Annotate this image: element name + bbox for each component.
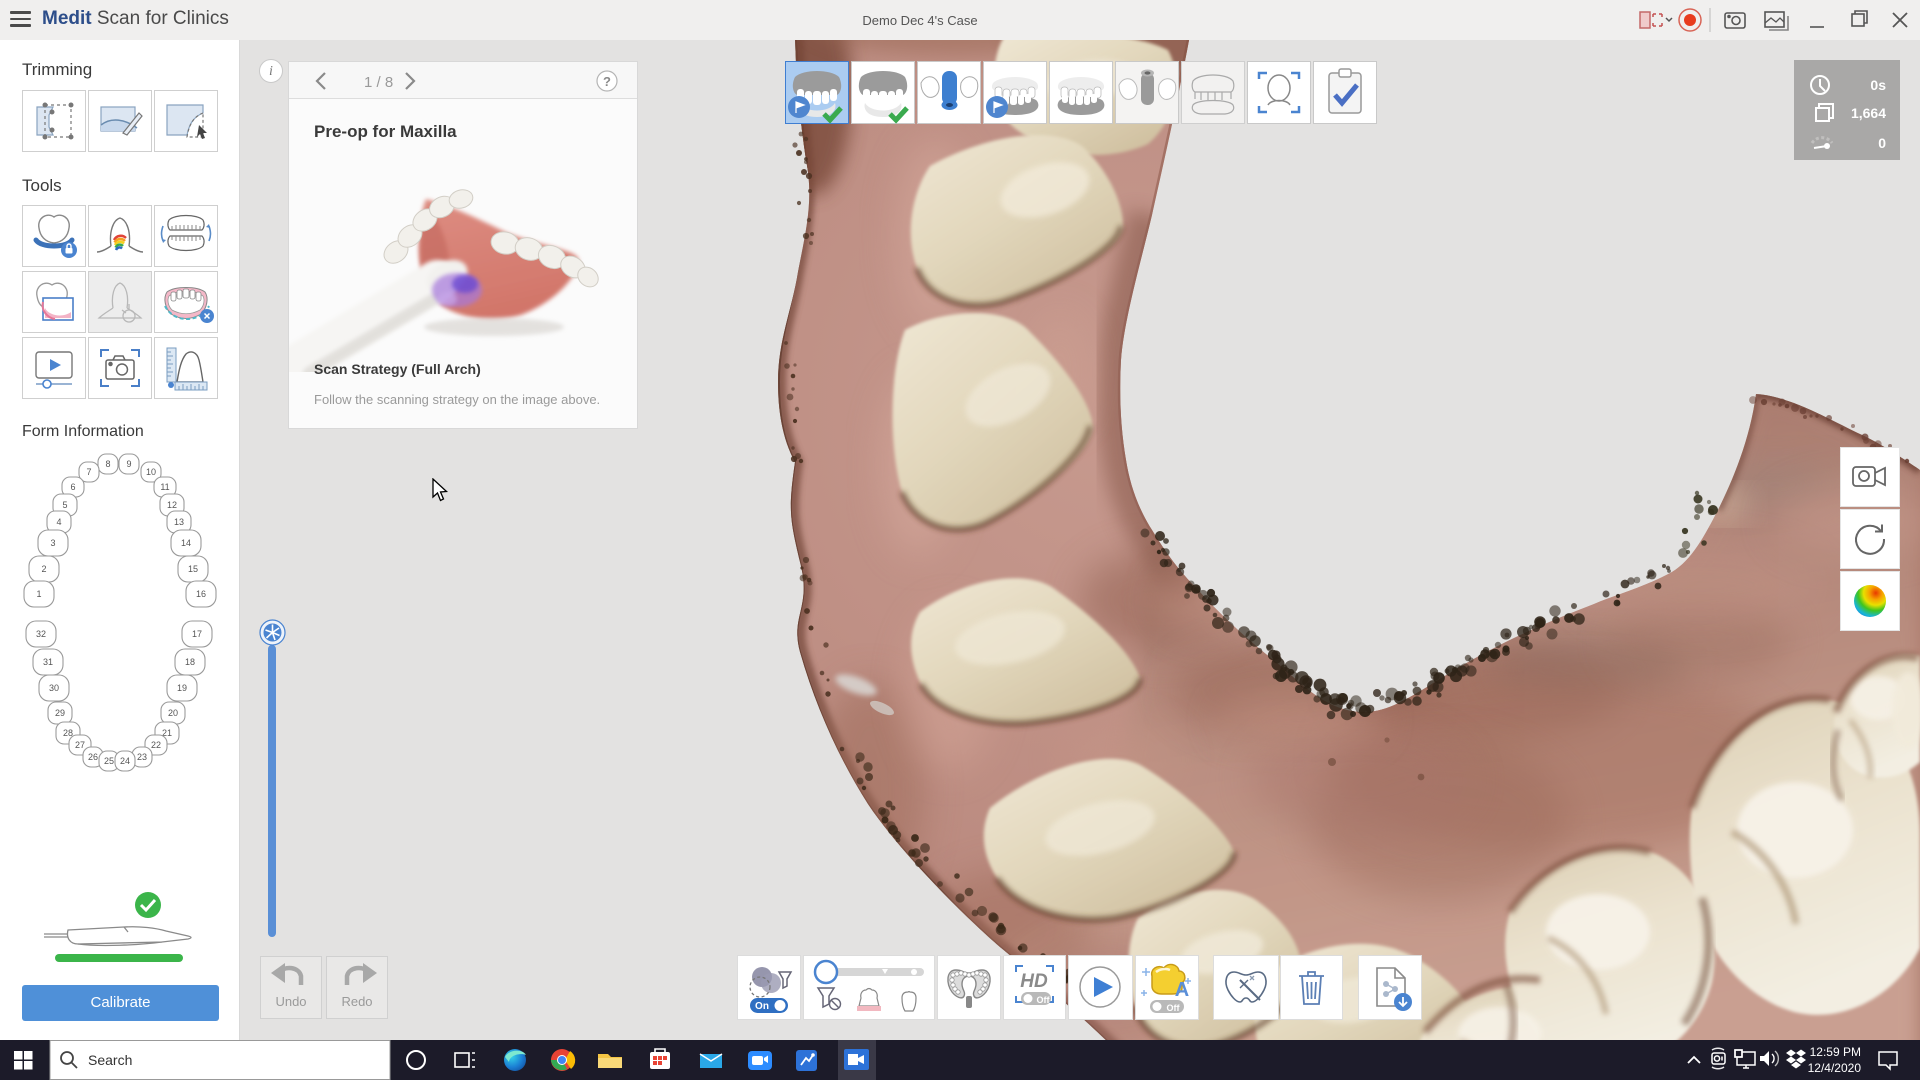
svg-text:4: 4: [56, 517, 61, 527]
svg-text:22: 22: [151, 740, 161, 750]
svg-text:5: 5: [62, 500, 67, 510]
svg-text:1,664: 1,664: [1851, 105, 1886, 121]
svg-text:7: 7: [86, 467, 91, 477]
svg-text:1 / 8: 1 / 8: [364, 74, 393, 91]
svg-text:On: On: [755, 1001, 769, 1012]
svg-text:8: 8: [105, 459, 110, 469]
svg-text:HD: HD: [1020, 971, 1048, 992]
svg-text:Search: Search: [88, 1052, 132, 1068]
svg-text:3: 3: [50, 538, 55, 548]
svg-text:?: ?: [603, 74, 611, 89]
svg-text:12/4/2020: 12/4/2020: [1808, 1061, 1862, 1075]
svg-text:14: 14: [181, 538, 191, 548]
svg-text:6: 6: [70, 482, 75, 492]
svg-text:29: 29: [55, 708, 65, 718]
svg-text:27: 27: [75, 740, 85, 750]
svg-text:Off: Off: [1167, 1003, 1181, 1013]
svg-text:30: 30: [49, 683, 59, 693]
svg-text:15: 15: [188, 564, 198, 574]
svg-text:Off: Off: [1037, 995, 1051, 1005]
svg-text:0s: 0s: [1870, 77, 1886, 93]
svg-text:12:59 PM: 12:59 PM: [1810, 1045, 1861, 1059]
svg-text:24: 24: [120, 756, 130, 766]
svg-text:26: 26: [88, 752, 98, 762]
svg-text:19: 19: [177, 683, 187, 693]
svg-text:25: 25: [104, 756, 114, 766]
svg-text:31: 31: [43, 657, 53, 667]
svg-text:32: 32: [36, 629, 46, 639]
svg-text:18: 18: [185, 657, 195, 667]
svg-text:1: 1: [36, 589, 41, 599]
svg-text:9: 9: [126, 459, 131, 469]
svg-text:11: 11: [160, 482, 169, 492]
svg-text:16: 16: [196, 589, 206, 599]
svg-text:10: 10: [146, 467, 156, 477]
svg-text:12: 12: [167, 500, 177, 510]
svg-text:17: 17: [192, 629, 202, 639]
svg-text:23: 23: [137, 752, 147, 762]
svg-text:0: 0: [1878, 135, 1886, 151]
svg-text:2: 2: [41, 564, 46, 574]
svg-text:13: 13: [174, 517, 184, 527]
svg-text:A: A: [1175, 979, 1189, 1001]
svg-text:20: 20: [168, 708, 178, 718]
